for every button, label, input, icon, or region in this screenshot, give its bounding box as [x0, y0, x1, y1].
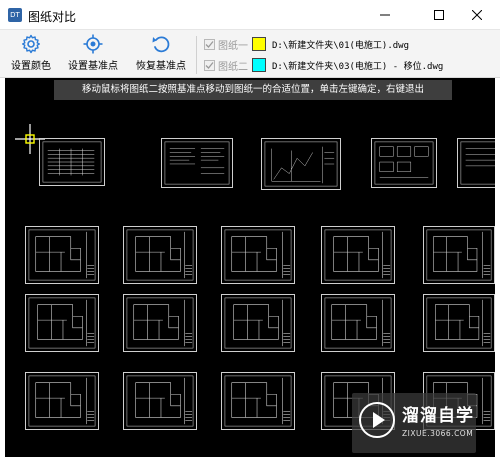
play-logo-icon [359, 402, 395, 438]
drawing-sheet [39, 138, 105, 186]
crosshair-icon [83, 34, 103, 54]
set-base-point-button[interactable]: 设置基准点 [64, 34, 122, 74]
minimize-icon [380, 14, 390, 16]
watermark-badge: 溜溜自学 ZIXUE.3066.COM [352, 393, 476, 453]
floor-plan-sheet [25, 226, 99, 284]
restore-base-point-button[interactable]: 恢复基准点 [132, 34, 190, 74]
drawing-canvas[interactable]: 移动鼠标将图纸二按照基准点移动到图纸一的合适位置，单击左键确定，右键退出 溜溜自… [5, 78, 495, 457]
floor-plan-sheet [221, 226, 295, 284]
drawing-1-color-swatch[interactable] [252, 37, 266, 51]
set-color-button[interactable]: 设置颜色 [8, 34, 54, 74]
drawing-row-1: 图纸一 D:\新建文件夹\01(电施工).dwg [204, 34, 409, 54]
floor-plan-sheet [25, 294, 99, 352]
drawing-1-path: D:\新建文件夹\01(电施工).dwg [272, 40, 410, 51]
floor-plan-sheet [123, 372, 197, 430]
watermark-url: ZIXUE.3066.COM [402, 429, 474, 438]
window-title: 图纸对比 [28, 10, 77, 24]
drawing-sheet [261, 138, 341, 190]
drawing-2-path: D:\新建文件夹\03(电施工) - 移位.dwg [272, 61, 444, 72]
title-bar: DT 图纸对比 [0, 0, 500, 30]
gear-icon [22, 34, 40, 54]
floor-plan-sheet [221, 372, 295, 430]
floor-plan-sheet [221, 294, 295, 352]
minimize-button[interactable] [362, 0, 408, 30]
drawing-sheet [457, 138, 495, 188]
checkmark-icon [205, 61, 214, 69]
floor-plan-sheet [423, 226, 495, 284]
drawing-sheet [161, 138, 233, 188]
drawing-row-2: 图纸二 D:\新建文件夹\03(电施工) - 移位.dwg [204, 55, 443, 75]
maximize-icon [434, 10, 444, 20]
floor-plan-sheet [321, 294, 395, 352]
instruction-hint: 移动鼠标将图纸二按照基准点移动到图纸一的合适位置，单击左键确定，右键退出 [54, 80, 452, 100]
drawing-2-color-swatch[interactable] [252, 58, 266, 72]
floor-plan-sheet [423, 294, 495, 352]
drawing-sheet [371, 138, 437, 188]
toolbar-separator [196, 36, 197, 74]
close-button[interactable] [454, 0, 500, 30]
drawing-2-label: 图纸二 [218, 61, 248, 73]
set-base-point-label: 设置基准点 [68, 61, 118, 72]
undo-icon [152, 36, 170, 53]
drawing-1-label: 图纸一 [218, 40, 248, 52]
checkmark-icon [205, 40, 214, 48]
floor-plan-sheet [123, 294, 197, 352]
app-icon: DT [8, 8, 22, 22]
watermark-brand: 溜溜自学 [402, 406, 474, 426]
drawing-2-checkbox[interactable] [204, 59, 215, 71]
drawing-1-checkbox[interactable] [204, 38, 215, 50]
floor-plan-sheet [25, 372, 99, 430]
set-color-label: 设置颜色 [11, 61, 51, 72]
floor-plan-sheet [321, 226, 395, 284]
close-icon [472, 10, 482, 20]
restore-base-point-label: 恢复基准点 [136, 61, 186, 72]
floor-plan-sheet [123, 226, 197, 284]
